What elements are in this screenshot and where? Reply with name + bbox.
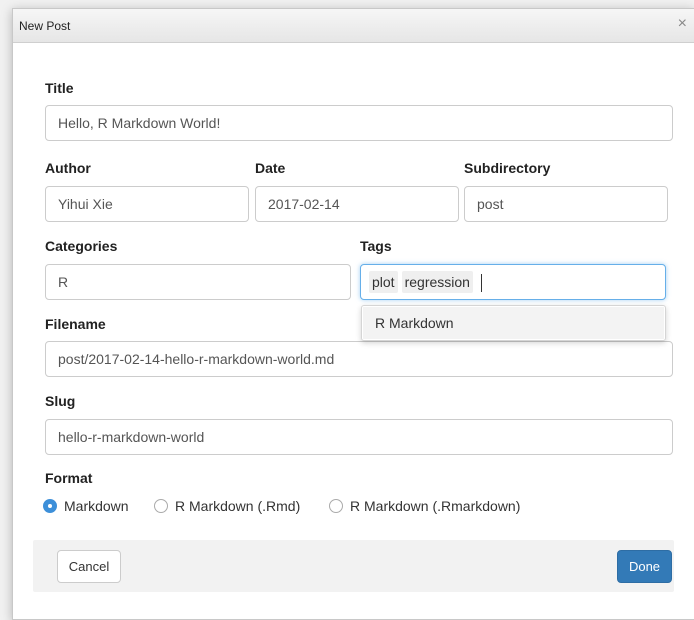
new-post-dialog: New Post × Title Hello, R Markdown World… (12, 8, 694, 620)
dialog-title: New Post (19, 19, 71, 33)
format-option-label: Markdown (64, 498, 129, 514)
cancel-button[interactable]: Cancel (57, 550, 121, 583)
format-label: Format (45, 470, 93, 486)
date-label: Date (255, 160, 286, 176)
author-label: Author (45, 160, 91, 176)
dialog-body: Title Hello, R Markdown World! Author Yi… (13, 42, 694, 608)
date-input[interactable]: 2017-02-14 (255, 186, 459, 222)
dialog-footer: Cancel Done (33, 540, 674, 592)
tag-chip[interactable]: regression (401, 271, 473, 293)
dialog-titlebar: New Post × (13, 9, 694, 43)
tags-label: Tags (360, 238, 392, 254)
text-cursor (480, 274, 482, 293)
format-option-label: R Markdown (.Rmd) (175, 498, 301, 514)
close-icon[interactable]: × (678, 15, 687, 33)
radio-checked-icon[interactable] (43, 499, 57, 513)
tag-suggestion-item[interactable]: R Markdown (363, 307, 664, 339)
radio-unchecked-icon[interactable] (154, 499, 168, 513)
tag-chip[interactable]: plot (369, 271, 398, 293)
radio-unchecked-icon[interactable] (329, 499, 343, 513)
slug-input[interactable]: hello-r-markdown-world (45, 419, 673, 455)
title-input[interactable]: Hello, R Markdown World! (45, 105, 673, 141)
done-button[interactable]: Done (617, 550, 672, 583)
slug-label: Slug (45, 393, 76, 409)
filename-label: Filename (45, 316, 106, 332)
author-input[interactable]: Yihui Xie (45, 186, 249, 222)
format-option-label: R Markdown (.Rmarkdown) (350, 498, 521, 514)
categories-label: Categories (45, 238, 118, 254)
tag-suggestions-dropdown: R Markdown (361, 305, 666, 341)
subdirectory-input[interactable]: post (464, 186, 668, 222)
title-label: Title (45, 80, 74, 96)
categories-input[interactable]: R (45, 264, 351, 300)
filename-input[interactable]: post/2017-02-14-hello-r-markdown-world.m… (45, 341, 673, 377)
tags-input[interactable]: plot regression (360, 264, 666, 300)
subdirectory-label: Subdirectory (464, 160, 551, 176)
